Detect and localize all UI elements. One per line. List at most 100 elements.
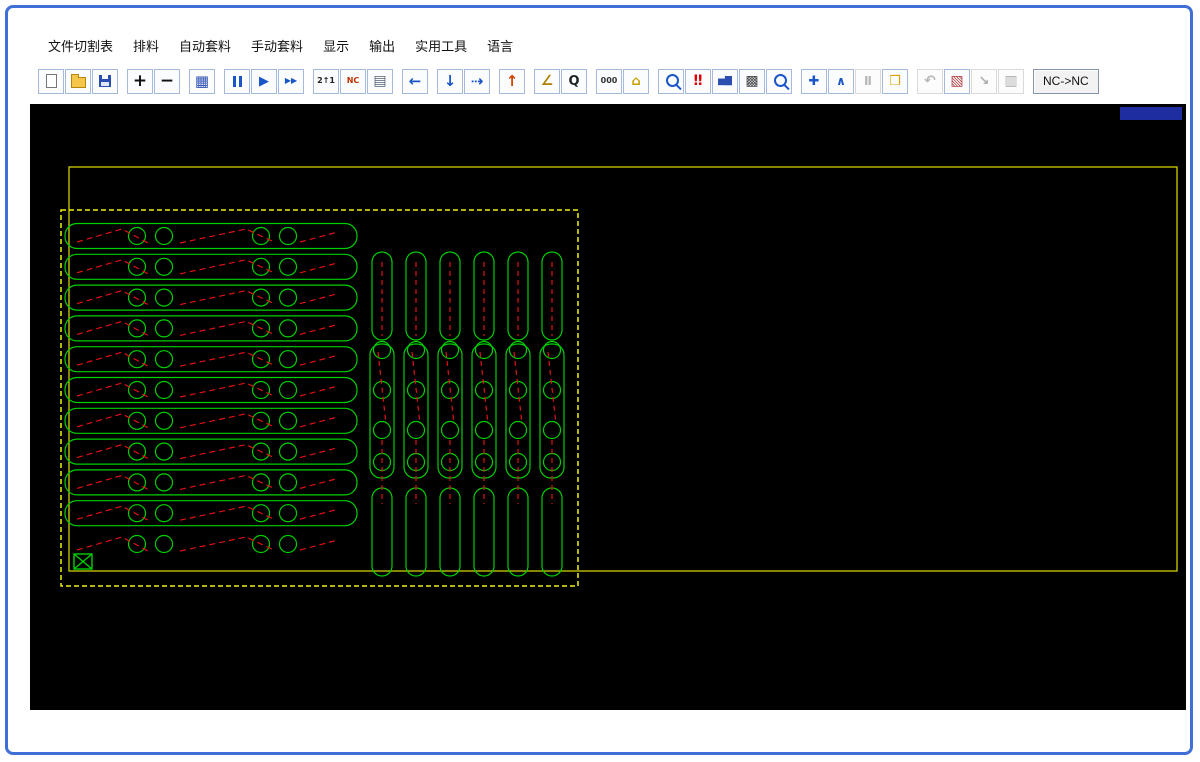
- menu-item-language[interactable]: 语言: [477, 34, 523, 57]
- part-hole: [510, 422, 527, 439]
- toolbar-separator: [429, 66, 437, 96]
- part-hole: [156, 505, 173, 522]
- nc-report-button[interactable]: ▧: [944, 69, 970, 94]
- part-hole: [129, 382, 146, 399]
- image-button[interactable]: ▩: [739, 69, 765, 94]
- arrow-down-button[interactable]: ↓: [437, 69, 463, 94]
- fast-forward-button[interactable]: ▶▶: [278, 69, 304, 94]
- arrow-right-button[interactable]: ⇢: [464, 69, 490, 94]
- menu-item-file-cutting-table[interactable]: 文件切割表: [38, 34, 123, 57]
- menu-bar: 文件切割表排料自动套料手动套料显示输出实用工具语言: [38, 34, 523, 56]
- sort-order-button[interactable]: 2↑1: [313, 69, 339, 94]
- new-document-icon: [46, 74, 57, 88]
- dimension-button[interactable]: 000: [596, 69, 622, 94]
- rapid-path: [514, 352, 522, 424]
- arrow-left-button[interactable]: ←: [402, 69, 428, 94]
- menu-item-auto-nest[interactable]: 自动套料: [169, 34, 241, 57]
- collision-check-button[interactable]: ‼: [685, 69, 711, 94]
- nc-export-button[interactable]: ↘: [971, 69, 997, 94]
- inspect-button[interactable]: [658, 69, 684, 94]
- sheet-outline: [69, 167, 1177, 571]
- new-file-button[interactable]: [38, 69, 64, 94]
- lead-in-button[interactable]: ⌂: [623, 69, 649, 94]
- play-button[interactable]: ▶: [251, 69, 277, 94]
- dimension-ruler-icon: 000: [601, 77, 618, 85]
- toolbar-separator: [491, 66, 499, 96]
- rotate-q-button[interactable]: Q: [561, 69, 587, 94]
- part-hole: [129, 351, 146, 368]
- toolbar-separator: [1025, 66, 1033, 96]
- undo-button[interactable]: ↶: [917, 69, 943, 94]
- menu-item-manual-nest[interactable]: 手动套料: [241, 34, 313, 57]
- toolbar: +−▦ ▶▶▶ 2↑1NC ▤ ← ↓ ⇢ ↑ ∠ Q 000 ⌂ ‼▅▇▩ ✚ ∧Ⅱ❒ ↶▧↘ ▥ NC->NC: [38, 66, 1100, 96]
- rapid-path: [180, 475, 274, 489]
- part-hole: [156, 382, 173, 399]
- chart-button[interactable]: ▅▇: [712, 69, 738, 94]
- rapid-path: [300, 448, 338, 458]
- part-hole: [280, 412, 297, 429]
- part-hole: [442, 422, 459, 439]
- part-hole: [280, 443, 297, 460]
- measure-step-button[interactable]: ∠: [534, 69, 560, 94]
- part-hole: [374, 422, 391, 439]
- rapid-path: [180, 229, 274, 243]
- toolbar-separator: [588, 66, 596, 96]
- open-file-button[interactable]: [65, 69, 91, 94]
- rapid-path: [412, 352, 420, 424]
- menu-item-display[interactable]: 显示: [313, 34, 359, 57]
- cross-button[interactable]: +: [127, 69, 153, 94]
- pause-button[interactable]: [224, 69, 250, 94]
- rapid-path: [300, 294, 338, 304]
- part-hole: [280, 474, 297, 491]
- toolbar-separator: [305, 66, 313, 96]
- rapid-path: [300, 540, 338, 550]
- package-button[interactable]: ❒: [882, 69, 908, 94]
- minus-icon: −: [160, 73, 174, 90]
- zoom-window-button[interactable]: [766, 69, 792, 94]
- pause-icon: [233, 76, 242, 87]
- rapid-path: [480, 352, 488, 424]
- toolbar-separator: [909, 66, 917, 96]
- menu-item-utilities[interactable]: 实用工具: [405, 34, 477, 57]
- rapid-path: [180, 383, 274, 397]
- measure-angle-icon: ∠: [541, 74, 554, 88]
- rapid-path: [180, 291, 274, 305]
- stats-chart-icon: ▥: [1004, 74, 1017, 88]
- menu-item-output[interactable]: 输出: [359, 34, 405, 57]
- plus-cross-icon: +: [133, 73, 147, 90]
- rapid-path: [77, 445, 148, 459]
- curve-button[interactable]: ∧: [828, 69, 854, 94]
- part-hole: [129, 412, 146, 429]
- rapid-path: [77, 414, 148, 428]
- part-hole: [280, 320, 297, 337]
- rapid-path: [77, 506, 148, 520]
- part-hole: [129, 258, 146, 275]
- bridge-button[interactable]: Ⅱ: [855, 69, 881, 94]
- print-button[interactable]: ▤: [367, 69, 393, 94]
- grid-button[interactable]: ▦: [189, 69, 215, 94]
- arrow-down-icon: ↓: [444, 74, 457, 89]
- part-hole: [280, 536, 297, 553]
- part-hole: [156, 289, 173, 306]
- nc-to-nc-button[interactable]: NC->NC: [1033, 69, 1099, 94]
- part-hole: [280, 351, 297, 368]
- pan-button[interactable]: ✚: [801, 69, 827, 94]
- part-hole: [280, 382, 297, 399]
- save-button[interactable]: [92, 69, 118, 94]
- menu-item-nesting[interactable]: 排料: [123, 34, 169, 57]
- toolbar-separator: [650, 66, 658, 96]
- printer-icon: ▤: [373, 74, 386, 88]
- rapid-path: [548, 352, 556, 424]
- rapid-path: [180, 445, 274, 459]
- drawing-canvas[interactable]: [30, 104, 1186, 710]
- pan-cross-icon: ✚: [809, 75, 820, 88]
- rapid-path: [180, 414, 274, 428]
- part-hole: [156, 412, 173, 429]
- minus-button[interactable]: −: [154, 69, 180, 94]
- nc-code-button[interactable]: NC: [340, 69, 366, 94]
- arrow-up-button[interactable]: ↑: [499, 69, 525, 94]
- part-column: [472, 344, 496, 478]
- stats-button[interactable]: ▥: [998, 69, 1024, 94]
- part-hole: [476, 422, 493, 439]
- rapid-path: [180, 506, 274, 520]
